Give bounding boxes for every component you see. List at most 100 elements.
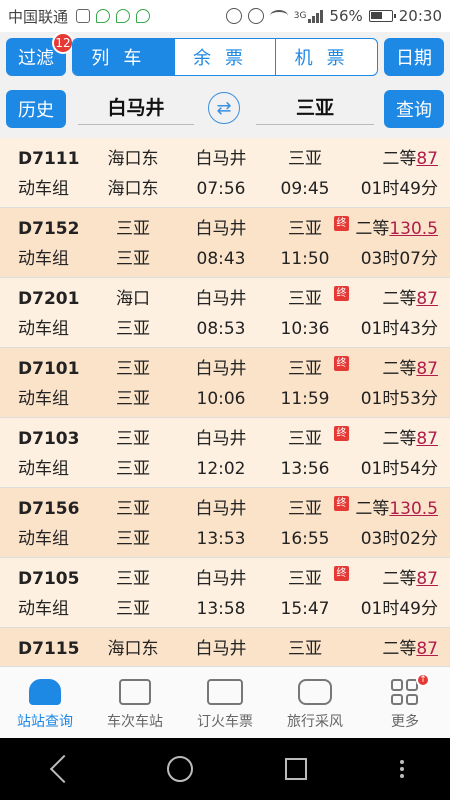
train-number: D7156 (18, 499, 80, 519)
train-number: D7115 (18, 639, 80, 659)
train-list[interactable]: D7111 动车组 海口东 海口东 白马井 07:56 三亚 09:45 二等87 01时49分 D… (0, 138, 450, 666)
seat-class: 二等 (382, 149, 417, 169)
arrival-time: 09:45 (280, 179, 330, 199)
history-button[interactable]: 历史 (6, 90, 66, 128)
departure-time: 13:58 (196, 599, 246, 619)
filter-button[interactable]: 过滤 12 (6, 32, 74, 76)
seat-class: 二等 (382, 569, 417, 589)
price-link[interactable]: 87 (416, 289, 438, 309)
departure-time: 08:53 (196, 319, 246, 339)
table-row[interactable]: D7111 动车组 海口东 海口东 白马井 07:56 三亚 09:45 二等87 01时49分 (0, 138, 450, 208)
arrival-station: 三亚 (288, 359, 322, 379)
arrival-station: 三亚 (288, 149, 322, 169)
terminal-icon: 终 (334, 356, 349, 371)
origin-station: 三亚 (116, 499, 150, 519)
battery-icon (368, 10, 396, 22)
table-row[interactable]: D7105 动车组 三亚 三亚 白马井 13:58 三亚 15:47 终二等87 01时49分 (0, 558, 450, 628)
origin-station-secondary: 三亚 (116, 389, 150, 409)
train-number: D7105 (18, 569, 80, 589)
swap-stations-button[interactable]: ⇄ (208, 92, 240, 124)
nav-more[interactable]: ↑ 更多 (360, 667, 450, 739)
price-info: 二等87 (382, 288, 438, 310)
departure-time: 07:56 (196, 179, 246, 199)
travel-duration: 01时53分 (360, 389, 438, 409)
arrival-time: 13:56 (280, 459, 330, 479)
carrier-name: 中国联通 (8, 7, 69, 26)
to-station-field[interactable]: 三亚 (256, 88, 374, 125)
price-info: 二等87 (382, 638, 438, 660)
query-button[interactable]: 查询 (384, 90, 444, 128)
from-station-field[interactable]: 白马井 (78, 88, 194, 125)
arrival-time: 11:59 (280, 389, 330, 409)
departure-station: 白马井 (195, 289, 247, 309)
tab-trains[interactable]: 列车 (73, 39, 174, 75)
departure-station: 白马井 (195, 359, 247, 379)
status-bar: 中国联通 3G 56% 20:30 (0, 0, 450, 32)
seat-class: 二等 (382, 429, 417, 449)
origin-station: 海口东 (107, 639, 159, 659)
origin-station-secondary: 三亚 (116, 319, 150, 339)
nav-train-station[interactable]: 车次车站 (90, 667, 180, 739)
arrival-time: 11:50 (280, 249, 330, 269)
wechat-icon (96, 9, 111, 23)
departure-time: 08:43 (196, 249, 246, 269)
price-info: 二等87 (382, 428, 438, 450)
price-link[interactable]: 87 (416, 359, 438, 379)
nav-label: 更多 (391, 714, 419, 730)
table-row[interactable]: D7115动车组海口东白马井三亚二等87 (0, 628, 450, 666)
table-row[interactable]: D7201 动车组 海口 三亚 白马井 08:53 三亚 10:36 终二等87 01时43分 (0, 278, 450, 348)
travel-duration: 03时02分 (360, 529, 438, 549)
table-row[interactable]: D7103 动车组 三亚 三亚 白马井 12:02 三亚 13:56 终二等87 01时54分 (0, 418, 450, 488)
price-link[interactable]: 87 (416, 639, 438, 659)
arrival-time: 15:47 (280, 599, 330, 619)
price-link[interactable]: 87 (416, 429, 438, 449)
terminal-icon: 终 (334, 496, 349, 511)
nav-travel-moments[interactable]: 旅行采风 (270, 667, 360, 739)
arrival-station: 三亚 (288, 219, 322, 239)
search-header: 过滤 12 列车 余票 机票 日期 历史 白马井 ⇄ 三亚 查询 (0, 32, 450, 138)
menu-dots-icon[interactable] (399, 760, 404, 778)
departure-station: 白马井 (195, 639, 247, 659)
departure-time: 12:02 (196, 459, 246, 479)
train-icon (29, 679, 61, 705)
departure-station: 白马井 (195, 149, 247, 169)
swap-icon: ⇄ (216, 97, 232, 119)
arrival-station: 三亚 (288, 429, 322, 449)
arrival-station: 三亚 (288, 639, 322, 659)
travel-duration: 01时49分 (360, 599, 438, 619)
clock: 20:30 (398, 7, 442, 25)
bottom-navigation: 站站查询 车次车站 订火车票 旅行采风 ↑ 更多 (0, 666, 450, 739)
back-icon[interactable] (50, 754, 79, 784)
tab-flights[interactable]: 机票 (275, 39, 377, 75)
origin-station: 三亚 (116, 569, 150, 589)
image-icon (76, 9, 91, 23)
battery-percent: 56% (329, 7, 363, 25)
terminal-icon: 终 (334, 426, 349, 441)
origin-station: 三亚 (116, 219, 150, 239)
system-navigation-bar (0, 738, 450, 800)
recent-apps-icon[interactable] (285, 758, 308, 780)
price-link[interactable]: 87 (416, 569, 438, 589)
origin-station: 三亚 (116, 359, 150, 379)
nav-label: 车次车站 (107, 714, 163, 730)
chat-icon (298, 679, 332, 705)
table-row[interactable]: D7156 动车组 三亚 三亚 白马井 13:53 三亚 16:55 终二等130.5 03时02… (0, 488, 450, 558)
price-link[interactable]: 130.5 (389, 219, 438, 239)
origin-station-secondary: 三亚 (116, 249, 150, 269)
travel-duration: 03时07分 (360, 249, 438, 269)
train-type: 动车组 (18, 529, 69, 549)
signal-icon (308, 9, 324, 23)
price-link[interactable]: 130.5 (389, 499, 438, 519)
nav-book-ticket[interactable]: 订火车票 (180, 667, 270, 739)
travel-duration: 01时49分 (360, 179, 438, 199)
table-row[interactable]: D7152 动车组 三亚 三亚 白马井 08:43 三亚 11:50 终二等130.5 03时07… (0, 208, 450, 278)
table-row[interactable]: D7101 动车组 三亚 三亚 白马井 10:06 三亚 11:59 终二等87 01时53分 (0, 348, 450, 418)
price-link[interactable]: 87 (416, 149, 438, 169)
train-number: D7201 (18, 289, 80, 309)
home-icon[interactable] (166, 756, 193, 782)
nav-station-query[interactable]: 站站查询 (0, 667, 90, 739)
message-icon (116, 9, 131, 23)
train-number: D7152 (18, 219, 80, 239)
date-button[interactable]: 日期 (384, 38, 444, 76)
tab-remaining-tickets[interactable]: 余票 (173, 39, 276, 75)
